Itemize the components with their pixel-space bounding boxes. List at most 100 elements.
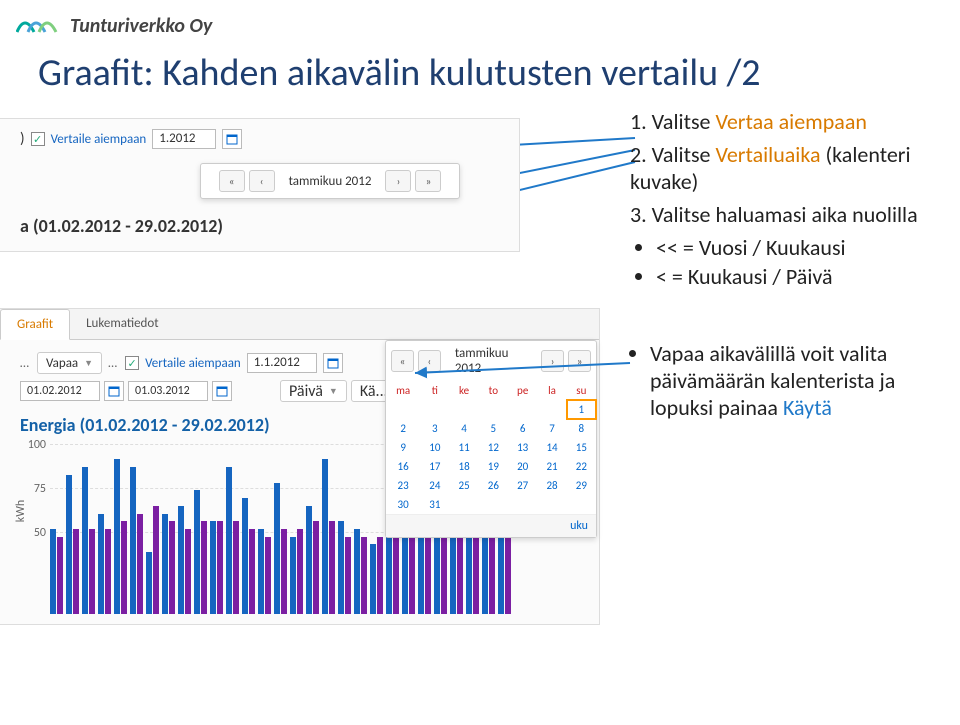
- bar-series2: [281, 529, 287, 614]
- calendar-day[interactable]: 17: [420, 457, 449, 476]
- date-range-label: a (01.02.2012 - 29.02.2012): [20, 215, 509, 237]
- hl-compare: Vertaa aiempaan: [715, 108, 866, 135]
- bar-series1: [50, 529, 56, 614]
- bar-series1: [194, 490, 200, 614]
- bar-series1: [114, 459, 120, 614]
- calendar-icon[interactable]: [222, 129, 242, 149]
- calendar-day[interactable]: 31: [420, 495, 449, 514]
- bar-series1: [370, 544, 376, 614]
- hl-compare-time: Vertailuaika: [715, 141, 820, 168]
- bar-series2: [505, 537, 511, 614]
- bar-series1: [402, 529, 408, 614]
- calendar-day[interactable]: 4: [449, 419, 478, 438]
- bar-series2: [345, 537, 351, 614]
- calendar-day[interactable]: 2: [386, 419, 420, 438]
- compare-date-input[interactable]: 1.2012: [152, 129, 216, 149]
- calendar-icon[interactable]: [104, 381, 124, 401]
- bar-series2: [377, 537, 383, 614]
- bar-series2: [169, 521, 175, 614]
- tab-graafit[interactable]: Graafit: [0, 309, 70, 340]
- bar-series2: [105, 529, 111, 614]
- calendar-day[interactable]: 27: [508, 476, 537, 495]
- year-next-button[interactable]: »: [568, 350, 591, 372]
- bar-series1: [306, 506, 312, 614]
- calendar-day[interactable]: 8: [567, 419, 596, 438]
- calendar-day[interactable]: 26: [479, 476, 508, 495]
- screenshot-chart-panel: Graafit Lukematiedot … Vapaa▼ … ✓ Vertai…: [0, 308, 600, 625]
- month-next-button[interactable]: ›: [385, 170, 411, 192]
- compare-date-input-2[interactable]: 1.1.2012: [247, 353, 317, 373]
- bar-series1: [338, 521, 344, 614]
- calendar-day[interactable]: 3: [420, 419, 449, 438]
- year-next-button[interactable]: »: [415, 170, 441, 192]
- year-prev-button[interactable]: «: [219, 170, 245, 192]
- calendar-day[interactable]: 22: [567, 457, 596, 476]
- bar-series1: [178, 506, 184, 614]
- handle-dots-icon: …: [108, 356, 119, 371]
- calendar-day[interactable]: 7: [537, 419, 566, 438]
- compare-checkbox-2[interactable]: ✓: [125, 356, 139, 370]
- month-prev-button[interactable]: ‹: [418, 350, 441, 372]
- calendar-day[interactable]: 10: [420, 438, 449, 457]
- bar-series2: [409, 537, 415, 614]
- tab-lukematiedot[interactable]: Lukematiedot: [70, 309, 175, 339]
- calendar-day: [479, 400, 508, 419]
- bar-series1: [242, 498, 248, 614]
- bar-series2: [153, 506, 159, 614]
- month-prev-button[interactable]: ‹: [249, 170, 275, 192]
- bar-series2: [297, 529, 303, 614]
- weekday-header: la: [537, 381, 566, 400]
- calendar-day[interactable]: 24: [420, 476, 449, 495]
- calendar-day[interactable]: 18: [449, 457, 478, 476]
- date-to-input[interactable]: 01.03.2012: [128, 381, 208, 401]
- calendar-day[interactable]: 23: [386, 476, 420, 495]
- bar-series2: [265, 537, 271, 614]
- calendar-day[interactable]: 28: [537, 476, 566, 495]
- calendar-day[interactable]: 25: [449, 476, 478, 495]
- free-dropdown[interactable]: Vapaa▼: [37, 352, 102, 374]
- bar-series1: [210, 521, 216, 614]
- year-prev-button[interactable]: «: [391, 350, 414, 372]
- calendar-day[interactable]: 9: [386, 438, 420, 457]
- calendar-day[interactable]: 29: [567, 476, 596, 495]
- bar-series2: [489, 537, 495, 614]
- bar-series1: [130, 467, 136, 614]
- calendar-day[interactable]: 1: [567, 400, 596, 419]
- instructions-top: 1. Valitse Vertaa aiempaan 2. Valitse Ve…: [630, 108, 950, 292]
- calendar-day: [479, 495, 508, 514]
- calendar-day[interactable]: 14: [537, 438, 566, 457]
- bar-series2: [233, 521, 239, 614]
- sub-year: << = Vuosi / Kuukausi: [656, 234, 950, 261]
- weekday-header: ma: [386, 381, 420, 400]
- calendar-day[interactable]: 30: [386, 495, 420, 514]
- calendar-day[interactable]: 15: [567, 438, 596, 457]
- bar-series1: [290, 537, 296, 614]
- calendar-day: [449, 400, 478, 419]
- calendar-day[interactable]: 19: [479, 457, 508, 476]
- sub-month: < = Kuukausi / Päivä: [656, 263, 950, 290]
- compare-checkbox[interactable]: ✓: [31, 132, 45, 146]
- calendar-day[interactable]: 16: [386, 457, 420, 476]
- calendar-day[interactable]: 20: [508, 457, 537, 476]
- calendar-day[interactable]: 13: [508, 438, 537, 457]
- period-dropdown[interactable]: Päivä▼: [280, 380, 347, 402]
- calendar-icon[interactable]: [323, 353, 343, 373]
- company-name: Tunturiverkko Oy: [70, 14, 212, 38]
- calendar-day[interactable]: 12: [479, 438, 508, 457]
- month-next-button[interactable]: ›: [541, 350, 564, 372]
- calendar-day[interactable]: 5: [479, 419, 508, 438]
- y-axis-label: kWh: [14, 500, 28, 522]
- bar-series1: [322, 459, 328, 614]
- bar-series2: [393, 529, 399, 614]
- calendar-day[interactable]: 21: [537, 457, 566, 476]
- calendar-day[interactable]: 11: [449, 438, 478, 457]
- company-logo-icon: [16, 14, 60, 38]
- calendar-day: [537, 495, 566, 514]
- calendar-day[interactable]: 6: [508, 419, 537, 438]
- hl-apply: Käytä: [783, 394, 832, 421]
- bar-series1: [98, 514, 104, 614]
- calendar-grid[interactable]: matiketopelasu12345678910111213141516171…: [386, 381, 596, 514]
- date-from-input[interactable]: 01.02.2012: [20, 381, 100, 401]
- bar-series1: [162, 514, 168, 614]
- calendar-icon[interactable]: [212, 381, 232, 401]
